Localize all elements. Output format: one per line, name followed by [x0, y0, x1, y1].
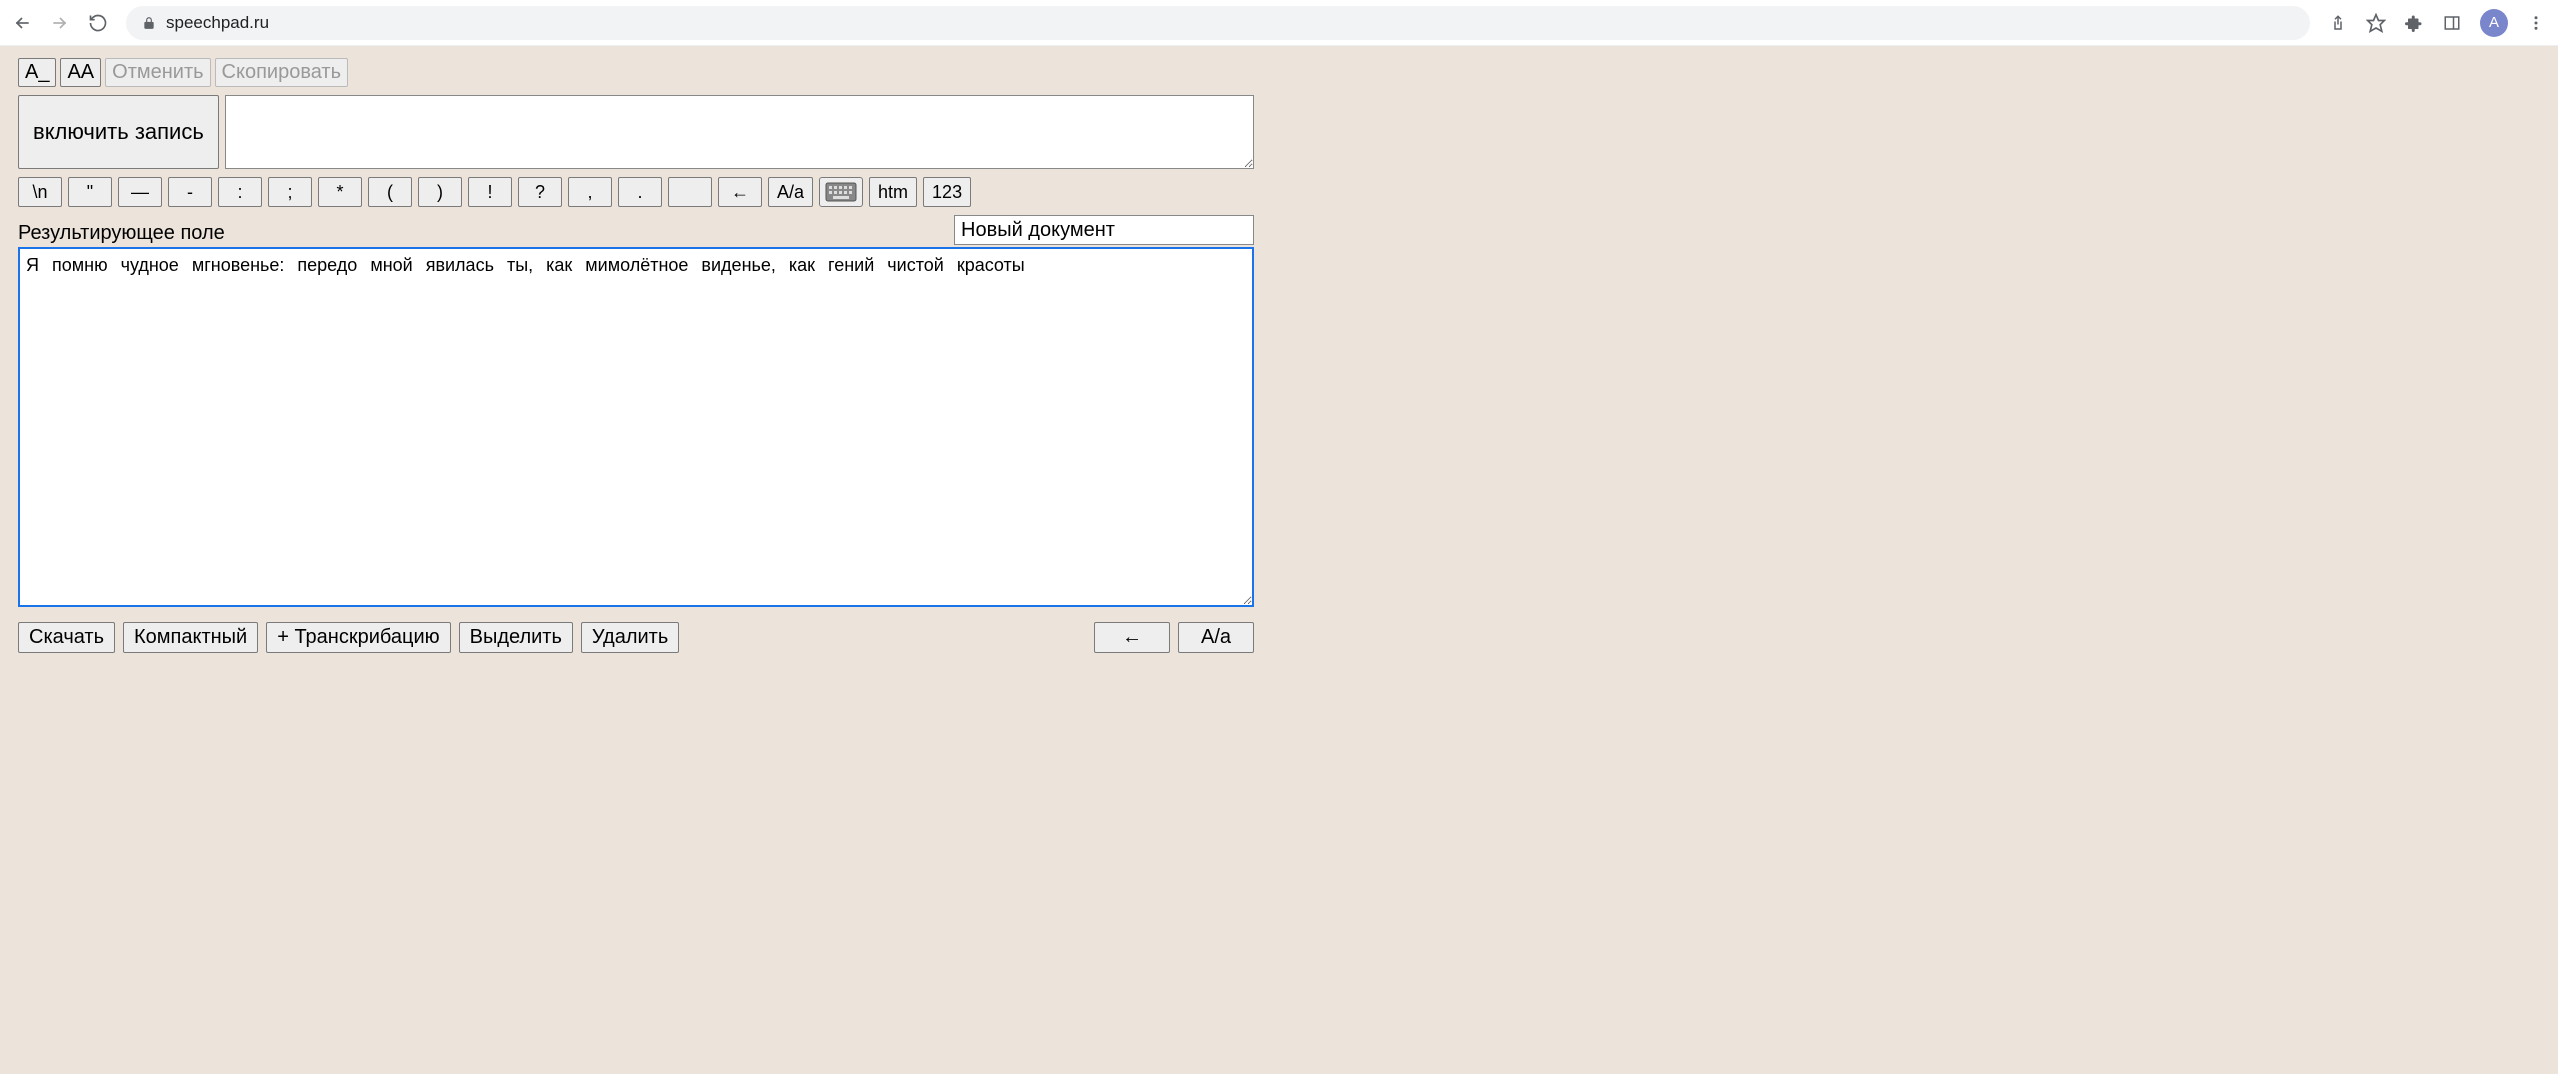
- transcribe-button[interactable]: + Транскрибацию: [266, 622, 450, 653]
- page-body: A_ AA Отменить Скопировать включить запи…: [0, 46, 2558, 1074]
- sym-comma[interactable]: ,: [568, 177, 612, 207]
- panel-icon[interactable]: [2442, 13, 2462, 33]
- forward-icon: [50, 13, 70, 33]
- compact-button[interactable]: Компактный: [123, 622, 258, 653]
- sym-paren-close[interactable]: ): [418, 177, 462, 207]
- delete-button[interactable]: Удалить: [581, 622, 679, 653]
- keyboard-icon[interactable]: [819, 177, 863, 207]
- browser-right-icons: A: [2328, 9, 2546, 37]
- sym-colon[interactable]: :: [218, 177, 262, 207]
- doc-name-input[interactable]: [954, 215, 1254, 245]
- sym-newline[interactable]: \n: [18, 177, 62, 207]
- avatar-letter: A: [2489, 14, 2499, 31]
- sym-period[interactable]: .: [618, 177, 662, 207]
- back-icon[interactable]: [12, 13, 32, 33]
- kebab-menu-icon[interactable]: [2526, 13, 2546, 33]
- url-text: speechpad.ru: [166, 13, 269, 33]
- address-bar[interactable]: speechpad.ru: [126, 6, 2310, 40]
- result-header: Результирующее поле: [18, 215, 1254, 245]
- result-label: Результирующее поле: [18, 222, 225, 245]
- lock-icon: [142, 16, 156, 30]
- bottom-arrow-button[interactable]: ←: [1094, 622, 1170, 653]
- sym-blank[interactable]: [668, 177, 712, 207]
- sym-paren-open[interactable]: (: [368, 177, 412, 207]
- download-button[interactable]: Скачать: [18, 622, 115, 653]
- sym-question[interactable]: ?: [518, 177, 562, 207]
- font-toolbar: A_ AA Отменить Скопировать: [18, 58, 1254, 87]
- result-textarea[interactable]: [18, 247, 1254, 607]
- sym-case-toggle[interactable]: A/a: [768, 177, 813, 207]
- share-icon[interactable]: [2328, 13, 2348, 33]
- sym-asterisk[interactable]: *: [318, 177, 362, 207]
- extensions-icon[interactable]: [2404, 13, 2424, 33]
- star-icon[interactable]: [2366, 13, 2386, 33]
- select-button[interactable]: Выделить: [459, 622, 573, 653]
- num-button[interactable]: 123: [923, 177, 971, 207]
- sym-exclaim[interactable]: !: [468, 177, 512, 207]
- font-small-button[interactable]: A_: [18, 58, 56, 87]
- htm-button[interactable]: htm: [869, 177, 917, 207]
- reload-icon[interactable]: [88, 13, 108, 33]
- sym-backspace[interactable]: ←: [718, 177, 762, 207]
- copy-button[interactable]: Скопировать: [215, 58, 348, 87]
- avatar[interactable]: A: [2480, 9, 2508, 37]
- sym-emdash[interactable]: —: [118, 177, 162, 207]
- bottom-toolbar: Скачать Компактный + Транскрибацию Выдел…: [18, 622, 1254, 653]
- sym-dash[interactable]: -: [168, 177, 212, 207]
- nav-buttons: [12, 13, 108, 33]
- symbol-toolbar: \n " — - : ; * ( ) ! ? , . ← A/a htm 123: [18, 177, 1254, 207]
- browser-toolbar: speechpad.ru A: [0, 0, 2558, 46]
- font-large-button[interactable]: AA: [60, 58, 101, 87]
- interim-textarea[interactable]: [225, 95, 1254, 169]
- sym-semicolon[interactable]: ;: [268, 177, 312, 207]
- record-button[interactable]: включить запись: [18, 95, 219, 169]
- bottom-case-button[interactable]: A/a: [1178, 622, 1254, 653]
- record-row: включить запись: [18, 95, 1254, 169]
- sym-quote[interactable]: ": [68, 177, 112, 207]
- undo-button[interactable]: Отменить: [105, 58, 210, 87]
